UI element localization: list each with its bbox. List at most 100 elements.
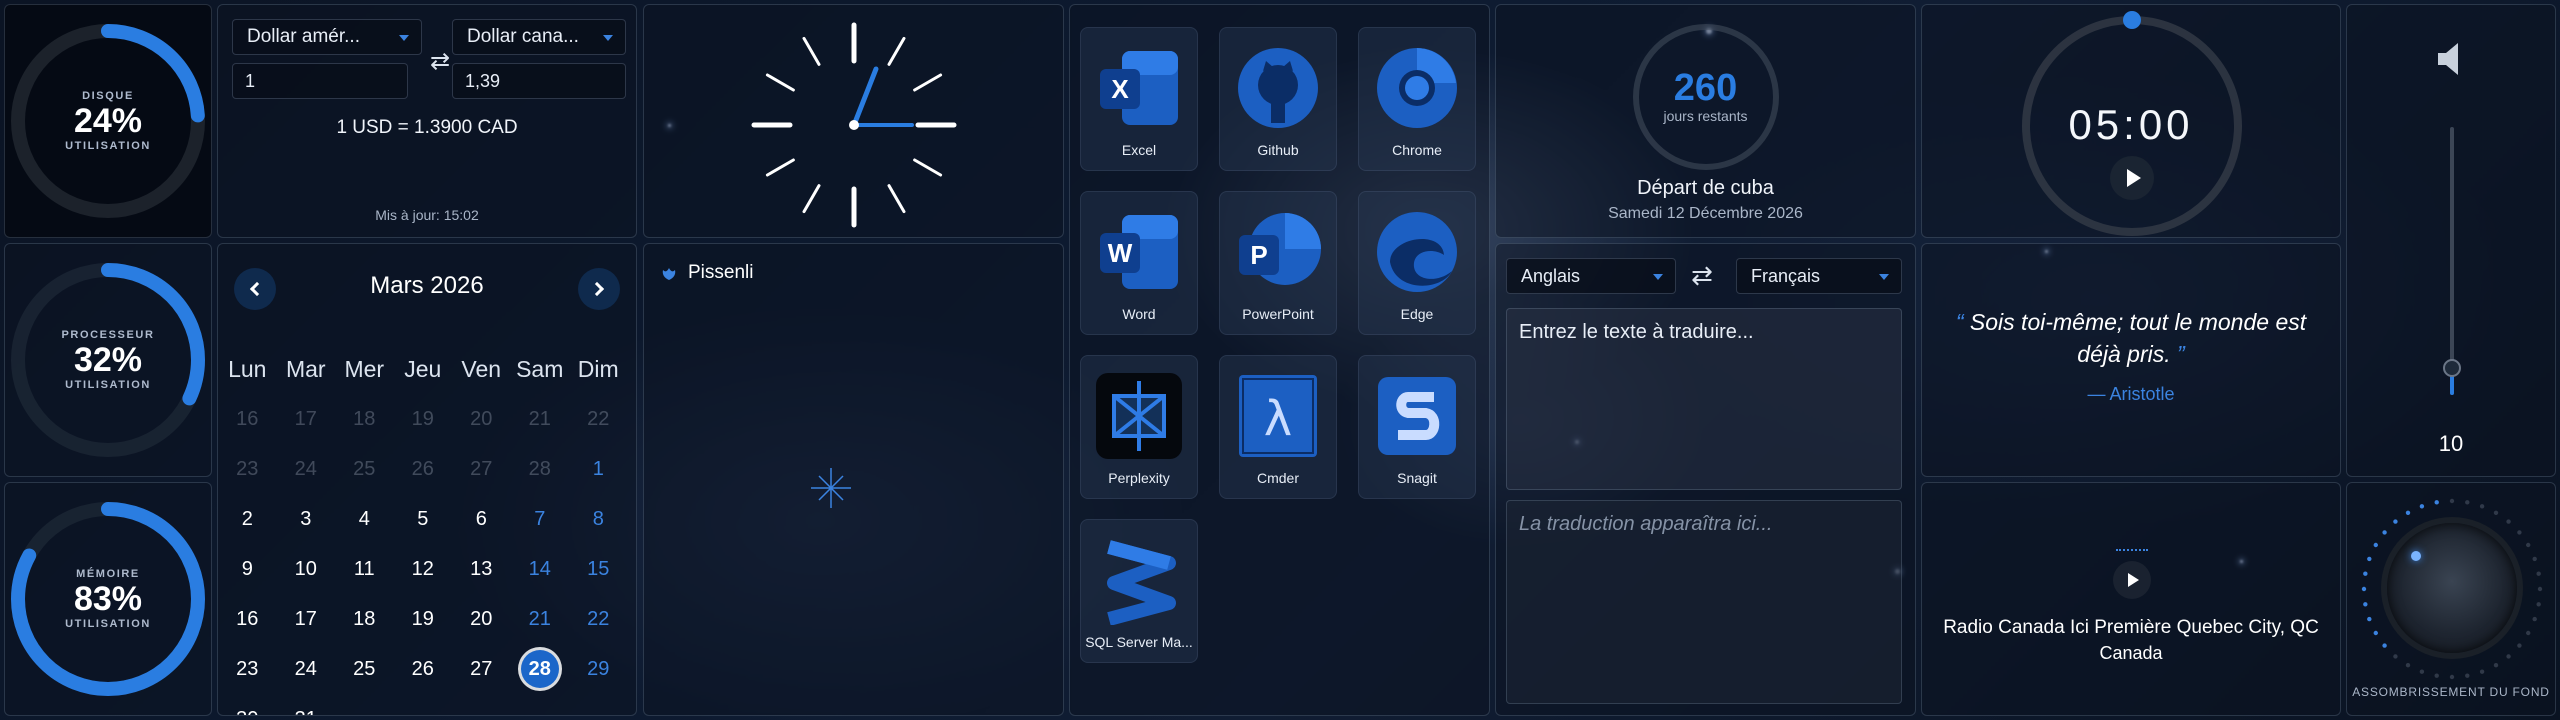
calendar-day[interactable]: 6 — [452, 508, 511, 531]
calendar-day[interactable]: 2 — [218, 508, 277, 531]
knob-dot — [2373, 542, 2378, 548]
calendar-day[interactable]: 23 — [218, 458, 277, 481]
app-excel[interactable]: X Excel — [1080, 27, 1198, 171]
calendar-day[interactable]: 23 — [218, 658, 277, 681]
weekday-label: Lun — [228, 355, 267, 382]
calendar-day[interactable]: 17 — [277, 608, 336, 631]
calendar-day[interactable]: 18 — [335, 608, 394, 631]
calendar-day[interactable]: 29 — [569, 658, 628, 681]
calendar-day[interactable]: 19 — [394, 608, 453, 631]
calendar-day[interactable]: 15 — [569, 558, 628, 581]
translator-panel: Anglais ⇄ Français Entrez le texte à tra… — [1495, 243, 1916, 716]
svg-text:P: P — [1250, 240, 1267, 270]
calendar-day[interactable]: 31 — [277, 708, 336, 716]
svg-text:W: W — [1108, 238, 1133, 268]
calendar-day[interactable]: 13 — [452, 558, 511, 581]
disk-value: 24% — [73, 102, 143, 140]
play-icon — [2128, 573, 2139, 587]
app-snagit[interactable]: Snagit — [1358, 355, 1476, 499]
notes-title: Pissenli — [688, 262, 754, 283]
knob-dot — [2373, 630, 2378, 636]
calendar-day[interactable]: 22 — [569, 408, 628, 431]
calendar-day[interactable]: 25 — [335, 658, 394, 681]
calendar-day[interactable]: 21 — [511, 408, 570, 431]
calendar-day[interactable]: 5 — [394, 508, 453, 531]
calendar-day[interactable]: 20 — [452, 608, 511, 631]
calendar-day[interactable]: 12 — [394, 558, 453, 581]
calendar-day[interactable]: 16 — [218, 408, 277, 431]
calendar-week-row: 16 17 18 19 20 21 22 — [218, 394, 628, 444]
weekday-label: Dim — [577, 355, 619, 382]
app-chrome[interactable]: Chrome — [1358, 27, 1476, 171]
calendar-day[interactable]: 30 — [218, 708, 277, 716]
currency-amount-input[interactable]: 1 — [232, 63, 408, 99]
app-label: Snagit — [1397, 470, 1437, 486]
calendar-day[interactable]: 25 — [335, 458, 394, 481]
calendar-day[interactable]: 11 — [335, 558, 394, 581]
calendar-today[interactable]: 28 — [520, 650, 559, 688]
calendar-day[interactable]: 27 — [452, 658, 511, 681]
translate-to-select[interactable]: Français — [1736, 258, 1902, 294]
calendar-day[interactable]: 20 — [452, 408, 511, 431]
clock-tick — [802, 184, 821, 214]
app-label: PowerPoint — [1242, 306, 1314, 322]
calendar-day[interactable]: 3 — [277, 508, 336, 531]
calendar-day[interactable]: 17 — [277, 408, 336, 431]
app-perplexity[interactable]: Perplexity — [1080, 355, 1198, 499]
calendar-month-title: Mars 2026 — [370, 272, 484, 299]
app-cmder[interactable]: λ Cmder — [1219, 355, 1337, 499]
calendar-day[interactable]: 27 — [452, 458, 511, 481]
chrome-icon — [1369, 40, 1465, 136]
volume-panel: 10 — [2346, 4, 2556, 477]
quote-close-mark: ” — [2170, 341, 2185, 367]
weekday-label: Jeu — [404, 355, 442, 382]
speaker-icon[interactable] — [2436, 41, 2466, 82]
calendar-day[interactable]: 26 — [394, 458, 453, 481]
calendar: Mars 2026 Lun Mar Mer Jeu Ven Sam Dim 16 17 18 19… — [217, 243, 637, 716]
memory-gauge-panel: MÉMOIRE 83% UTILISATION — [4, 482, 212, 716]
app-edge[interactable]: Edge — [1358, 191, 1476, 335]
knob-dot — [2393, 519, 2398, 524]
calendar-day[interactable]: 19 — [394, 408, 453, 431]
volume-slider-track[interactable] — [2443, 127, 2461, 395]
calendar-day[interactable]: 24 — [277, 458, 336, 481]
calendar-day[interactable]: 21 — [511, 608, 570, 631]
radio-play-button[interactable] — [2113, 561, 2151, 599]
calendar-day[interactable]: 22 — [569, 608, 628, 631]
notes-panel: Pissenli — [643, 243, 1064, 716]
translate-from-select[interactable]: Anglais — [1506, 258, 1676, 294]
app-word[interactable]: W Word — [1080, 191, 1198, 335]
swap-language-icon[interactable]: ⇄ — [1682, 260, 1722, 291]
dandelion-icon — [660, 264, 678, 282]
calendar-day[interactable]: 28 — [511, 650, 570, 688]
calendar-day[interactable]: 4 — [335, 508, 394, 531]
timer-play-button[interactable] — [2110, 156, 2154, 200]
calendar-day[interactable]: 16 — [218, 608, 277, 631]
weekday-label: Mer — [344, 355, 385, 382]
app-github[interactable]: Github — [1219, 27, 1337, 171]
currency-converter: Dollar amér... ⇄ Dollar cana... 1 1,39 1… — [217, 4, 637, 238]
knob-dot — [2382, 530, 2387, 535]
app-powerpoint[interactable]: P PowerPoint — [1219, 191, 1337, 335]
translate-input[interactable]: Entrez le texte à traduire... — [1506, 308, 1902, 490]
calendar-day[interactable]: 18 — [335, 408, 394, 431]
calendar-day[interactable]: 28 — [511, 458, 570, 481]
calendar-day[interactable]: 7 — [511, 508, 570, 531]
calendar-day[interactable]: 1 — [569, 458, 628, 481]
calendar-next-button[interactable] — [578, 268, 620, 310]
currency-to-select[interactable]: Dollar cana... — [452, 19, 626, 55]
analog-clock — [751, 22, 957, 228]
calendar-day[interactable]: 26 — [394, 658, 453, 681]
calendar-day[interactable]: 14 — [511, 558, 570, 581]
calendar-day[interactable]: 10 — [277, 558, 336, 581]
calendar-day[interactable]: 8 — [569, 508, 628, 531]
dim-knob[interactable] — [2387, 523, 2517, 653]
app-sql-server-ma[interactable]: SQL Server Ma... — [1080, 519, 1198, 663]
volume-slider-thumb[interactable] — [2443, 359, 2461, 378]
calendar-day[interactable]: 24 — [277, 658, 336, 681]
calendar-day[interactable]: 9 — [218, 558, 277, 581]
clock-tick — [913, 73, 943, 92]
knob-dot — [2361, 586, 2367, 592]
currency-from-select[interactable]: Dollar amér... — [232, 19, 422, 55]
knob-dot — [2537, 586, 2543, 592]
